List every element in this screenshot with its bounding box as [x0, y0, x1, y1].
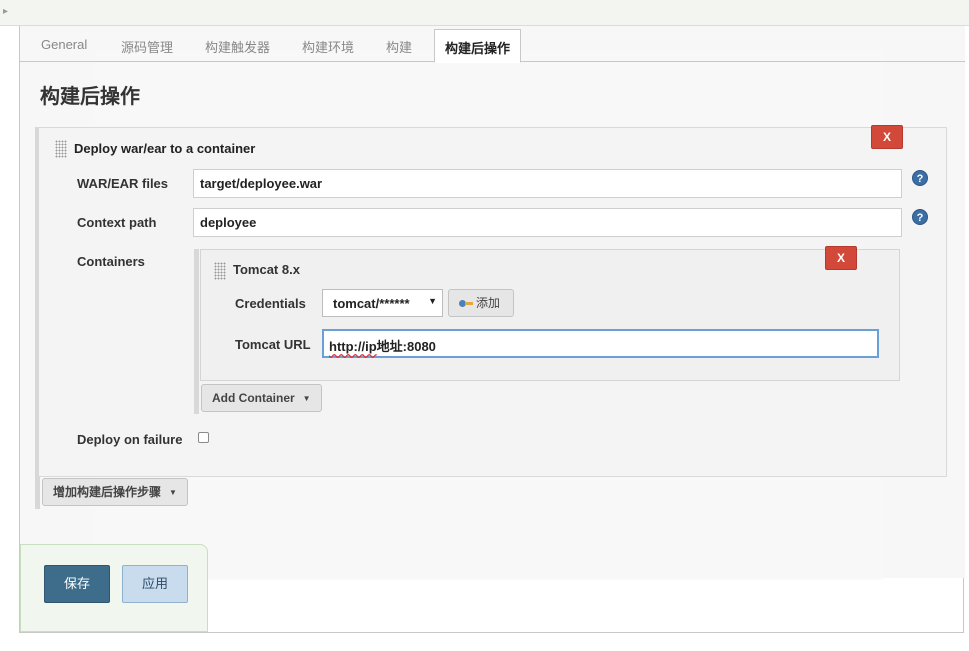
tomcat-url-value-start: http://ip	[329, 339, 377, 354]
dropdown-arrow-icon: ▼	[169, 487, 177, 497]
tomcat-container-block	[200, 249, 900, 381]
tomcat-url-value-rest: 地址:8080	[376, 339, 436, 354]
config-panel: General 源码管理 构建触发器 构建环境 构建 构建后操作 构建后操作 D…	[19, 26, 965, 633]
add-post-build-step-label: 增加构建后操作步骤	[53, 485, 162, 499]
tomcat-url-input[interactable]: http://ip地址:8080	[322, 329, 879, 358]
deploy-step-title: Deploy war/ear to a container	[74, 141, 256, 156]
deploy-on-failure-checkbox[interactable]	[198, 432, 209, 443]
dropdown-arrow-icon: ▼	[302, 393, 311, 403]
credentials-label: Credentials	[235, 296, 306, 311]
add-post-build-step-button[interactable]: 增加构建后操作步骤 ▼	[42, 478, 188, 506]
section-title: 构建后操作	[40, 86, 140, 108]
delete-step-button[interactable]: X	[871, 125, 903, 149]
drag-handle-icon[interactable]	[214, 262, 226, 280]
container-title: Tomcat 8.x	[233, 262, 300, 277]
expand-arrow-icon[interactable]: ▸	[3, 6, 8, 17]
save-button[interactable]: 保存	[44, 565, 110, 603]
war-files-input[interactable]: target/deployee.war	[193, 169, 902, 198]
deploy-on-failure-label: Deploy on failure	[77, 432, 183, 447]
tab-build-environment[interactable]: 构建环境	[302, 37, 354, 56]
tab-post-build-actions[interactable]: 构建后操作	[434, 29, 522, 63]
drag-handle-icon[interactable]	[55, 140, 67, 158]
tab-general[interactable]: General	[41, 37, 87, 52]
context-path-label: Context path	[77, 215, 157, 230]
save-bar: 保存 应用	[20, 544, 208, 632]
tomcat-url-label: Tomcat URL	[235, 337, 311, 352]
tab-build-triggers[interactable]: 构建触发器	[205, 37, 270, 56]
credentials-select[interactable]: tomcat/****** ▼	[322, 289, 443, 317]
add-credentials-button[interactable]: 添加	[448, 289, 514, 317]
apply-button[interactable]: 应用	[122, 565, 188, 603]
dropdown-arrow-icon: ▼	[428, 296, 437, 306]
add-container-button[interactable]: Add Container ▼	[201, 384, 322, 412]
context-path-input[interactable]: deployee	[193, 208, 902, 237]
tab-build[interactable]: 构建	[386, 37, 412, 56]
container-left-bar	[194, 249, 199, 414]
top-bar: ▸	[0, 0, 969, 26]
help-icon[interactable]: ?	[912, 209, 928, 225]
credentials-value: tomcat/******	[333, 296, 410, 311]
war-files-label: WAR/EAR files	[77, 176, 169, 191]
add-credentials-label: 添加	[476, 296, 501, 310]
tab-source-management[interactable]: 源码管理	[121, 37, 173, 56]
containers-label: Containers	[77, 254, 145, 269]
tab-bar: General 源码管理 构建触发器 构建环境 构建 构建后操作	[20, 26, 965, 63]
delete-container-button[interactable]: X	[825, 246, 857, 270]
key-icon	[459, 300, 473, 308]
help-icon[interactable]: ?	[912, 170, 928, 186]
add-container-label: Add Container	[212, 391, 295, 405]
